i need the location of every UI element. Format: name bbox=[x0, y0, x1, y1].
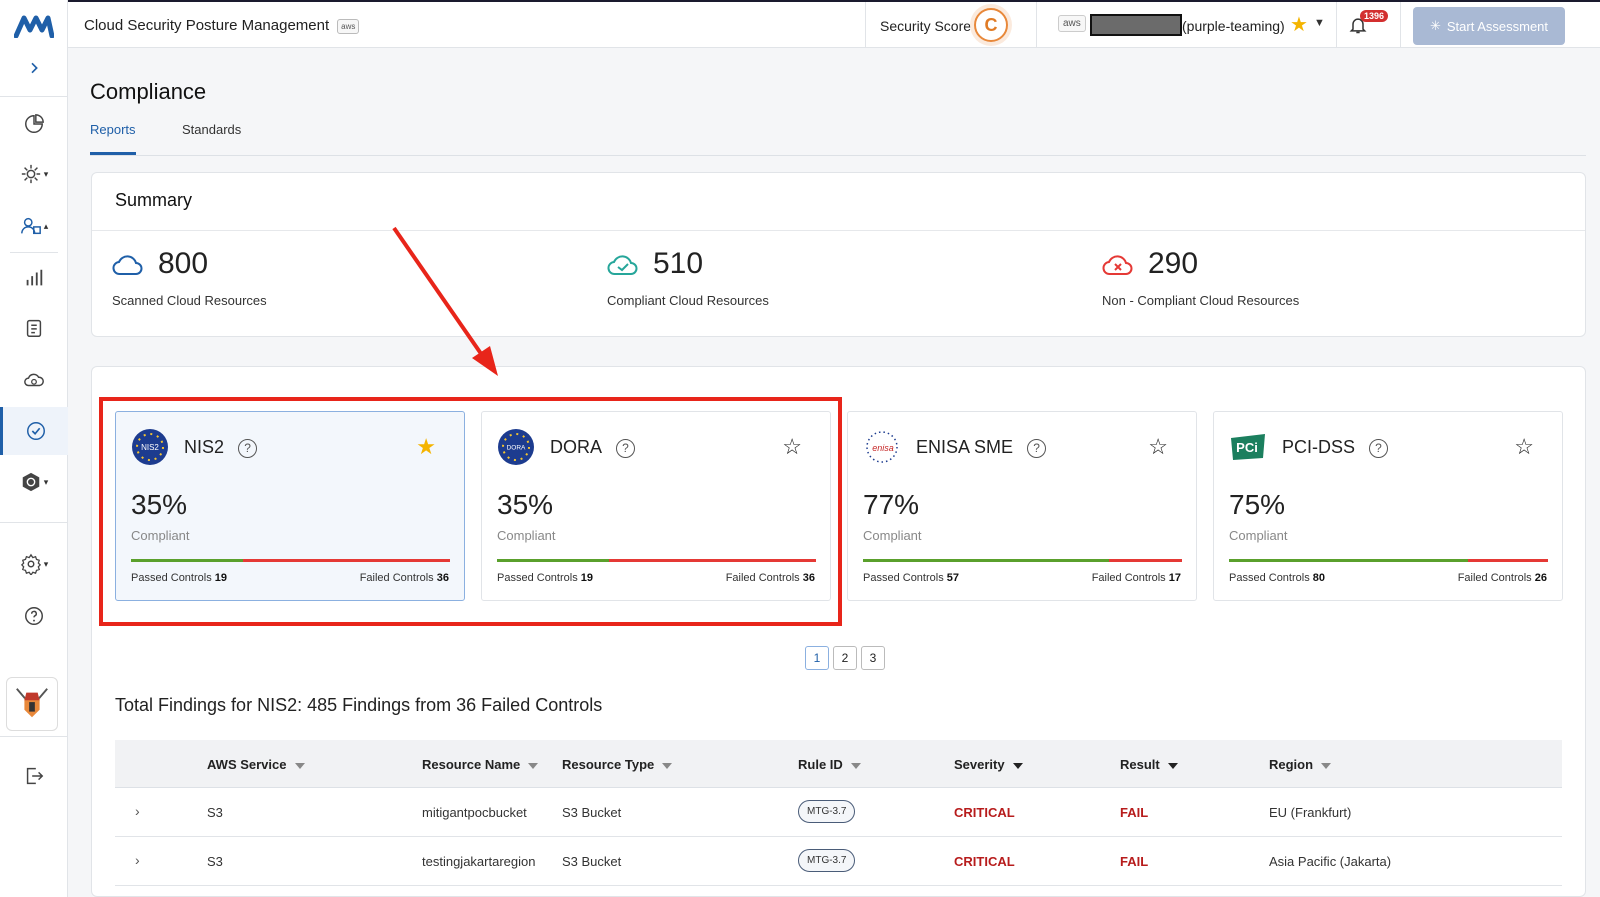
start-assessment-button[interactable]: ✳ Start Assessment bbox=[1413, 7, 1565, 45]
help-icon[interactable]: ? bbox=[1369, 438, 1389, 458]
stat-label: Non - Compliant Cloud Resources bbox=[1102, 293, 1300, 308]
failed-controls: Failed Controls 17 bbox=[1091, 572, 1181, 584]
automation-menu-icon[interactable]: ▾ bbox=[0, 152, 68, 196]
compliance-icon[interactable] bbox=[0, 407, 68, 455]
cell-resource-name: mitigantpocbucket bbox=[422, 805, 527, 820]
cell-rule-id[interactable]: MTG-3.7 bbox=[798, 800, 856, 823]
clipboard-icon[interactable] bbox=[0, 306, 68, 350]
notification-count-badge: 1396 bbox=[1360, 10, 1389, 22]
spinner-icon: ✳ bbox=[1429, 18, 1441, 33]
compliance-progress-bar bbox=[863, 559, 1182, 562]
col-severity[interactable]: Severity bbox=[954, 757, 1023, 772]
cell-result: FAIL bbox=[1120, 805, 1149, 820]
tab-divider bbox=[90, 155, 1586, 156]
reports-icon[interactable] bbox=[0, 256, 68, 300]
cell-region: Asia Pacific (Jakarta) bbox=[1269, 854, 1392, 869]
spartan-avatar-icon bbox=[16, 688, 48, 718]
cell-resource-type: S3 Bucket bbox=[562, 805, 622, 820]
identity-menu-icon[interactable]: ▴ bbox=[0, 204, 68, 248]
standard-name: PCI-DSS? bbox=[1282, 437, 1389, 458]
logout-icon[interactable] bbox=[0, 754, 68, 798]
redacted-account-id bbox=[1090, 14, 1182, 36]
svg-text:enisa: enisa bbox=[872, 443, 894, 453]
col-resource-type[interactable]: Resource Type bbox=[562, 757, 673, 772]
user-avatar[interactable] bbox=[6, 677, 58, 731]
passed-controls: Passed Controls 57 bbox=[863, 572, 960, 584]
compliance-percent: 75% bbox=[1229, 489, 1286, 520]
brand-logo[interactable] bbox=[0, 4, 68, 48]
col-result[interactable]: Result bbox=[1120, 757, 1178, 772]
compliant-label: Compliant bbox=[1229, 528, 1288, 543]
brand-logo-icon bbox=[14, 15, 54, 38]
cell-resource-type: S3 Bucket bbox=[562, 854, 622, 869]
top-bar: Cloud Security Posture Management aws Sec… bbox=[68, 0, 1600, 48]
tab-reports[interactable]: Reports bbox=[90, 122, 136, 137]
cloud-check-icon bbox=[607, 255, 638, 275]
summary-card: Summary 800 Scanned Cloud Resources 510 … bbox=[91, 172, 1586, 337]
compliant-label: Compliant bbox=[863, 528, 922, 543]
cell-severity: CRITICAL bbox=[954, 854, 1015, 869]
col-aws-service[interactable]: AWS Service bbox=[207, 757, 305, 772]
aws-badge: aws bbox=[337, 18, 360, 34]
account-aws-badge: aws bbox=[1058, 15, 1086, 32]
favorite-star-icon[interactable]: ☆ bbox=[1514, 434, 1534, 460]
expand-row-chevron-icon[interactable]: › bbox=[135, 803, 140, 819]
stat-value: 510 bbox=[653, 247, 704, 280]
table-row[interactable]: › S3 mitigantpocbucket S3 Bucket MTG-3.7… bbox=[115, 788, 1562, 837]
tab-standards[interactable]: Standards bbox=[182, 122, 241, 137]
dashboard-icon[interactable] bbox=[0, 102, 68, 146]
cloud-icon bbox=[112, 255, 143, 275]
standard-card-enisa-sme[interactable]: enisa ENISA SME? ☆ 77% Compliant Passed … bbox=[847, 411, 1197, 601]
annotation-arrow bbox=[392, 226, 498, 376]
security-score-label: Security Score: bbox=[880, 18, 975, 34]
cell-service: S3 bbox=[207, 854, 223, 869]
cell-severity: CRITICAL bbox=[954, 805, 1015, 820]
col-rule-id[interactable]: Rule ID bbox=[798, 757, 861, 772]
enisa-logo: enisa bbox=[863, 428, 901, 466]
table-row[interactable]: › S3 testingjakartaregion S3 Bucket MTG-… bbox=[115, 837, 1562, 886]
app-title: Cloud Security Posture Management aws bbox=[84, 17, 360, 34]
table-header: AWS Service Resource Name Resource Type … bbox=[115, 740, 1562, 788]
expand-row-chevron-icon[interactable]: › bbox=[135, 852, 140, 868]
account-dropdown-chevron-icon[interactable]: ▼ bbox=[1314, 17, 1325, 29]
standard-card-pci-dss[interactable]: PCi PCI-DSS? ☆ 75% Compliant Passed Cont… bbox=[1213, 411, 1563, 601]
settings-menu-icon[interactable]: ▾ bbox=[0, 542, 68, 586]
standard-name: ENISA SME? bbox=[916, 437, 1047, 458]
cell-region: EU (Frankfurt) bbox=[1269, 805, 1352, 820]
col-resource-name[interactable]: Resource Name bbox=[422, 757, 539, 772]
account-name[interactable]: (purple-teaming) bbox=[1182, 18, 1285, 34]
compliance-percent: 77% bbox=[863, 489, 920, 520]
cloud-x-icon bbox=[1102, 255, 1133, 275]
stat-value: 290 bbox=[1148, 247, 1199, 280]
security-score-grade[interactable]: C bbox=[974, 8, 1008, 42]
summary-title: Summary bbox=[115, 190, 193, 210]
favorite-star-icon[interactable]: ☆ bbox=[1148, 434, 1168, 460]
cloud-scan-icon[interactable] bbox=[0, 358, 68, 402]
page-1-button[interactable]: 1 bbox=[805, 646, 829, 670]
favorite-account-star-icon[interactable]: ★ bbox=[1290, 12, 1308, 37]
passed-controls: Passed Controls 80 bbox=[1229, 572, 1326, 584]
sidebar: ▾ ▴ ▾ ▾ bbox=[0, 0, 68, 897]
stat-label: Scanned Cloud Resources bbox=[112, 293, 267, 308]
findings-title: Total Findings for NIS2: 485 Findings fr… bbox=[115, 695, 603, 715]
page-3-button[interactable]: 3 bbox=[861, 646, 885, 670]
page-2-button[interactable]: 2 bbox=[833, 646, 857, 670]
cell-service: S3 bbox=[207, 805, 223, 820]
expand-sidebar-icon[interactable] bbox=[0, 46, 68, 90]
stat-label: Compliant Cloud Resources bbox=[607, 293, 769, 308]
col-region[interactable]: Region bbox=[1269, 757, 1332, 772]
compliance-progress-bar bbox=[1229, 559, 1548, 562]
svg-text:PCi: PCi bbox=[1236, 440, 1258, 455]
help-icon[interactable] bbox=[0, 594, 68, 638]
cell-result: FAIL bbox=[1120, 854, 1149, 869]
cell-resource-name: testingjakartaregion bbox=[422, 854, 536, 869]
kubernetes-menu-icon[interactable]: ▾ bbox=[0, 460, 68, 504]
annotation-highlight-box bbox=[99, 397, 842, 626]
help-icon[interactable]: ? bbox=[1027, 438, 1047, 458]
page-title: Compliance bbox=[90, 79, 207, 104]
stat-value: 800 bbox=[158, 247, 209, 280]
cell-rule-id[interactable]: MTG-3.7 bbox=[798, 849, 856, 872]
failed-controls: Failed Controls 26 bbox=[1457, 572, 1547, 584]
pci-logo: PCi bbox=[1229, 428, 1267, 466]
